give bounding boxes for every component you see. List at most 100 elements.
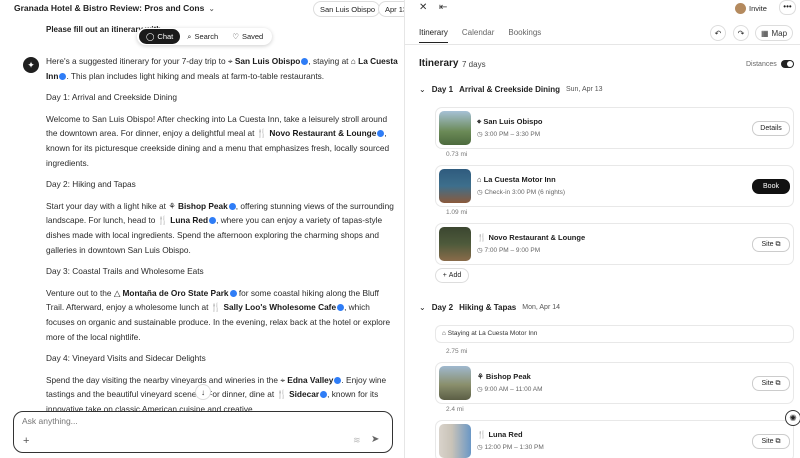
days-count: 7 days <box>462 60 486 69</box>
assistant-avatar-icon: ✦ <box>23 57 39 73</box>
tab-calendar[interactable]: Calendar <box>462 28 494 43</box>
itinerary-item[interactable]: ⌂ La Cuesta Motor Inn ◷ Check-in 3:00 PM… <box>435 165 794 207</box>
collapse-panel-icon[interactable]: ⇤ <box>439 2 447 13</box>
mode-tabs: ◯ Chat ⌕ Search ♡ Saved <box>137 28 273 45</box>
book-button[interactable]: Book <box>752 179 790 194</box>
staying-at-banner: ⌂ Staying at La Cuesta Motor Inn <box>435 325 794 343</box>
itinerary-item[interactable]: 🍴 Luna Red ◷ 12:00 PM – 1:30 PM Site ⧉ <box>435 420 794 458</box>
plus-icon[interactable]: + <box>23 435 29 447</box>
distance-label: 0.73 mi <box>446 151 468 158</box>
voice-icon[interactable]: ≋ <box>353 435 361 446</box>
close-icon[interactable]: ✕ <box>419 2 427 13</box>
place-link[interactable]: Luna Red <box>170 215 208 225</box>
chevron-down-icon: ⌄ <box>419 85 426 94</box>
item-name: ⚘ Bishop Peak <box>477 372 531 381</box>
place-link[interactable]: Bishop Peak <box>178 201 228 211</box>
tab-itinerary[interactable]: Itinerary <box>419 28 448 43</box>
day-1-header[interactable]: ⌄ Day 1 Arrival & Creekside Dining Sun, Ap… <box>419 85 603 94</box>
external-link-icon: ⧉ <box>775 240 781 248</box>
site-button[interactable]: Site ⧉ <box>752 434 790 449</box>
location-pill[interactable]: San Luis Obispo <box>313 1 380 17</box>
place-link[interactable]: Montaña de Oro State Park <box>123 288 229 298</box>
itinerary-item[interactable]: 🍴 Novo Restaurant & Lounge ◷ 7:00 PM – 9… <box>435 223 794 265</box>
day-heading: Day 2: Hiking and Tapas <box>46 179 136 190</box>
avatar <box>735 2 746 14</box>
scroll-down-button[interactable]: ↓ <box>195 384 211 400</box>
distance-label: 2.4 mi <box>446 406 464 413</box>
ellipsis-icon: ••• <box>783 2 792 11</box>
distances-label: Distances <box>746 61 777 68</box>
place-thumbnail <box>439 227 471 261</box>
place-thumbnail <box>439 169 471 203</box>
search-icon: ⌕ <box>187 31 192 41</box>
place-link[interactable]: Sidecar <box>289 389 319 399</box>
date-pill[interactable]: Apr 13 <box>378 1 404 17</box>
message-input[interactable] <box>22 416 322 426</box>
place-thumbnail <box>439 366 471 400</box>
distances-toggle[interactable] <box>781 60 794 68</box>
message-composer: + ≋ ➤ <box>13 411 393 453</box>
message-paragraph: Start your day with a light hike at ⚘ Bi… <box>46 200 394 255</box>
day-heading: Day 4: Vineyard Visits and Sidecar Delig… <box>46 353 206 364</box>
place-thumbnail <box>439 424 471 458</box>
item-name: ⌖ San Luis Obispo <box>477 117 543 126</box>
itinerary-pane: ✕ ⇤ Invite ••• Itinerary Calendar Bookin… <box>404 0 800 458</box>
map-icon: ▦ <box>760 28 769 38</box>
invite-button[interactable]: Invite <box>735 1 767 15</box>
item-time: ◷ 12:00 PM – 1:30 PM <box>477 444 544 451</box>
message-paragraph: Spend the day visiting the nearby vineya… <box>46 374 387 414</box>
tab-saved[interactable]: ♡ Saved <box>225 29 270 44</box>
arrow-down-icon: ↓ <box>201 387 205 397</box>
verified-icon <box>229 289 237 297</box>
message-paragraph: Welcome to San Luis Obispo! After checki… <box>46 113 390 168</box>
tab-bookings[interactable]: Bookings <box>508 28 541 43</box>
place-link[interactable]: San Luis Obispo <box>235 56 300 66</box>
site-button[interactable]: Site ⧉ <box>752 376 790 391</box>
itinerary-item[interactable]: ⚘ Bishop Peak ◷ 9:00 AM – 11:00 AM Site … <box>435 362 794 404</box>
place-link[interactable]: Edna Valley <box>287 375 333 385</box>
details-button[interactable]: Details <box>752 121 790 136</box>
map-button[interactable]: ▦ Map <box>755 25 793 41</box>
place-link[interactable]: Sally Loo's Wholesome Cafe <box>223 302 336 312</box>
bed-icon: ⌂ <box>442 330 446 337</box>
day-heading: Day 1: Arrival and Creekside Dining <box>46 92 177 103</box>
page-title: Itinerary <box>419 58 459 69</box>
assistant-fab-icon[interactable]: ✺ <box>785 410 800 426</box>
item-name: 🍴 Novo Restaurant & Lounge <box>477 233 586 242</box>
item-time: ◷ 3:00 PM – 3:30 PM <box>477 131 541 138</box>
place-link[interactable]: Novo Restaurant & Lounge <box>269 128 376 138</box>
undo-button[interactable]: ↶ <box>710 25 726 41</box>
chevron-down-icon: ⌄ <box>419 303 426 312</box>
item-name: ⌂ La Cuesta Motor Inn <box>477 175 556 184</box>
verified-icon <box>337 304 345 312</box>
verified-icon <box>228 202 236 210</box>
distance-label: 2.75 mi <box>446 348 468 355</box>
more-options-button[interactable]: ••• <box>779 0 796 15</box>
chat-bubble-icon: ◯ <box>146 32 155 41</box>
add-button[interactable]: + Add <box>435 268 469 283</box>
external-link-icon: ⧉ <box>775 379 781 387</box>
chevron-down-icon[interactable]: ⌄ <box>209 6 215 13</box>
chat-pane: Granada Hotel & Bistro Review: Pros and … <box>0 0 404 458</box>
redo-button[interactable]: ↷ <box>733 25 749 41</box>
itinerary-tabs: Itinerary Calendar Bookings <box>419 28 541 43</box>
item-time: ◷ 9:00 AM – 11:00 AM <box>477 386 543 393</box>
conversation-title[interactable]: Granada Hotel & Bistro Review: Pros and … <box>14 3 215 13</box>
day-2-header[interactable]: ⌄ Day 2 Hiking & Tapas Mon, Apr 14 <box>419 303 560 312</box>
message-paragraph: Here's a suggested itinerary for your 7-… <box>46 56 398 81</box>
heart-icon: ♡ <box>232 32 239 41</box>
assistant-message: Here's a suggested itinerary for your 7-… <box>46 54 398 423</box>
tab-chat[interactable]: ◯ Chat <box>139 29 181 44</box>
item-name: 🍴 Luna Red <box>477 430 523 439</box>
send-icon[interactable]: ➤ <box>371 434 379 445</box>
undo-icon: ↶ <box>714 28 722 38</box>
item-time: ◷ Check-in 3:00 PM (6 nights) <box>477 189 566 196</box>
item-time: ◷ 7:00 PM – 9:00 PM <box>477 247 541 254</box>
place-thumbnail <box>439 111 471 145</box>
site-button[interactable]: Site ⧉ <box>752 237 790 252</box>
tab-search[interactable]: ⌕ Search <box>180 29 225 45</box>
divider <box>405 44 800 45</box>
day-heading: Day 3: Coastal Trails and Wholesome Eats <box>46 266 204 277</box>
itinerary-item[interactable]: ⌖ San Luis Obispo ◷ 3:00 PM – 3:30 PM De… <box>435 107 794 149</box>
external-link-icon: ⧉ <box>775 437 781 445</box>
